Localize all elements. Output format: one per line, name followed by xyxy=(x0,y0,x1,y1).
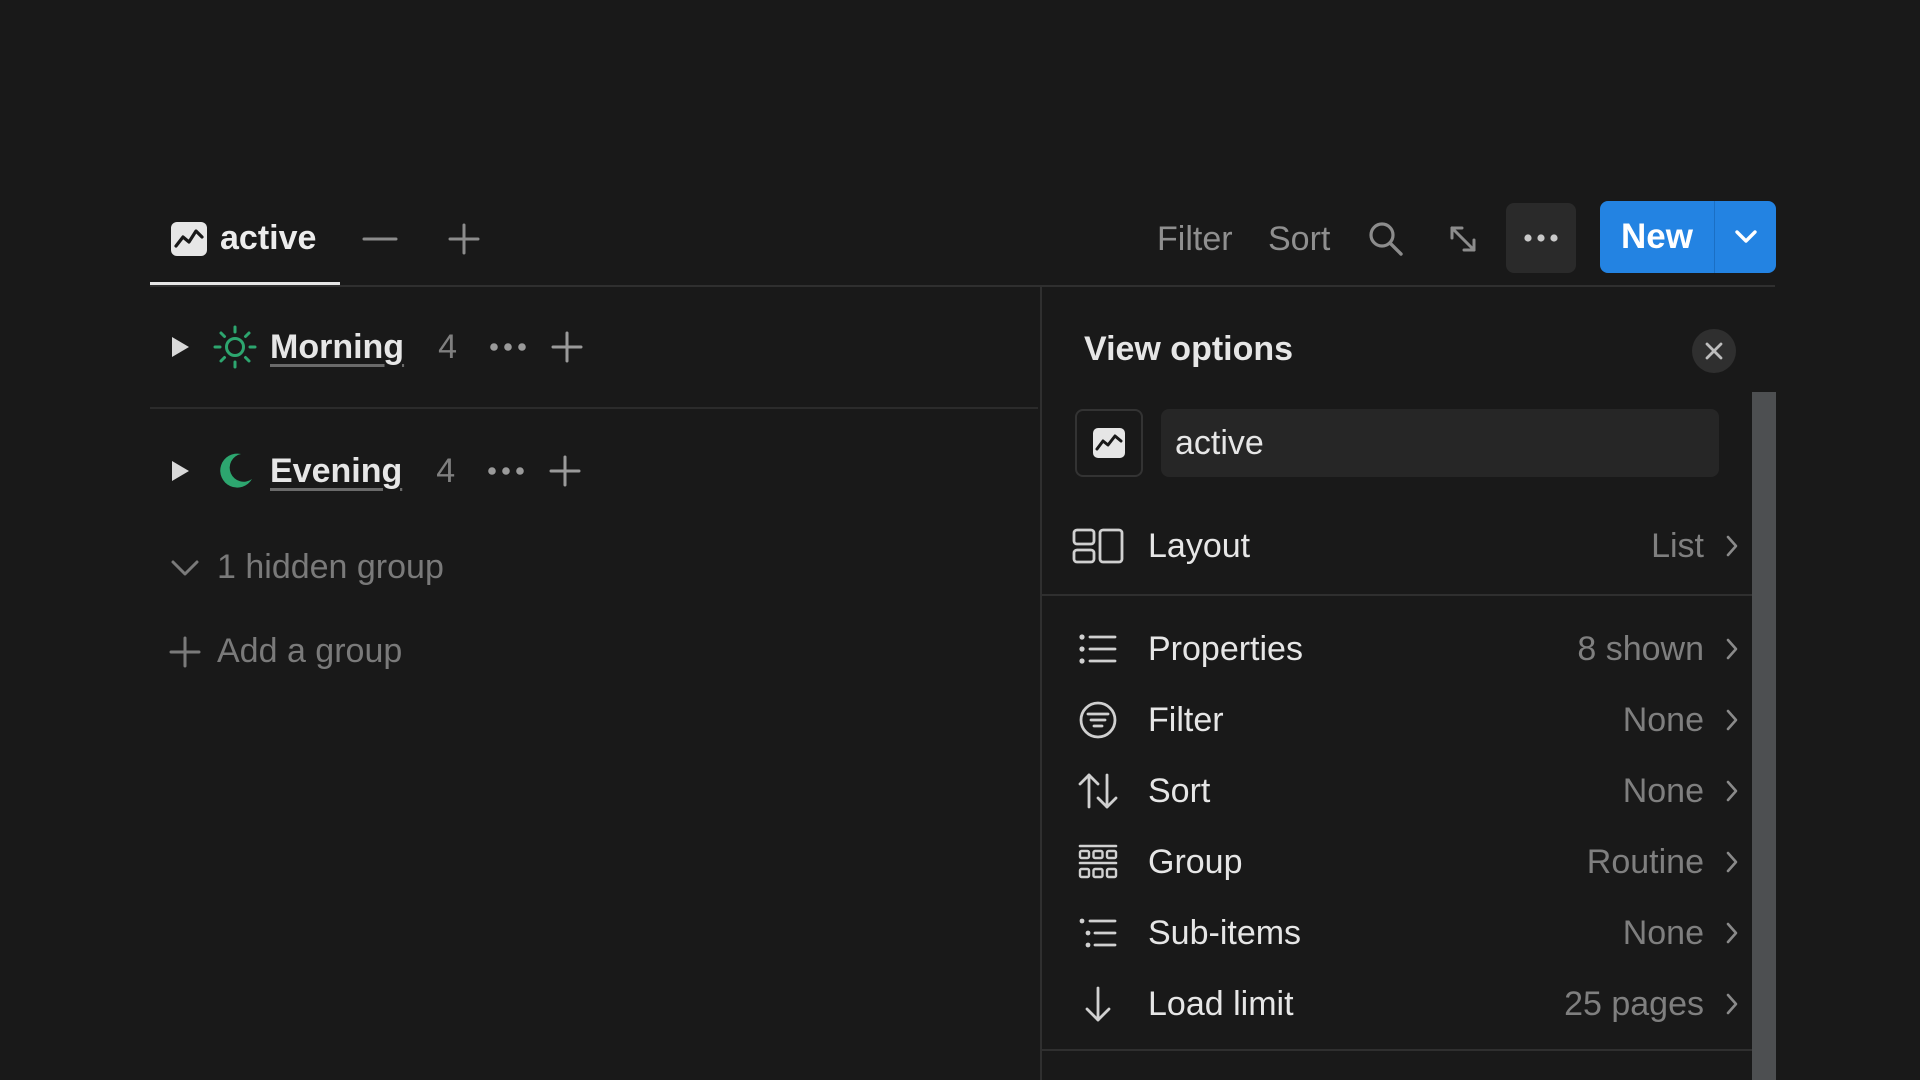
sort-value: None xyxy=(1622,771,1704,810)
plus-icon xyxy=(165,636,205,668)
chevron-right-icon xyxy=(1722,850,1742,874)
view-tab-label: active xyxy=(220,219,317,257)
group-option[interactable]: Group Routine xyxy=(1072,832,1742,892)
group-toggle-evening[interactable] xyxy=(150,460,210,482)
layout-label: Layout xyxy=(1148,526,1251,565)
chevron-down-icon xyxy=(1734,229,1758,245)
load-limit-option[interactable]: Load limit 25 pages xyxy=(1072,974,1742,1034)
sub-items-option[interactable]: Sub-items None xyxy=(1072,903,1742,963)
minus-button[interactable] xyxy=(356,215,404,263)
filter-option[interactable]: Filter None xyxy=(1072,690,1742,750)
view-icon-picker[interactable] xyxy=(1075,409,1143,477)
plus-icon xyxy=(549,455,581,487)
triangle-right-icon xyxy=(170,460,190,482)
search-icon xyxy=(1367,220,1405,258)
search-button[interactable] xyxy=(1362,215,1410,263)
arrow-down-icon xyxy=(1072,985,1124,1023)
group-value: Routine xyxy=(1586,842,1704,881)
group-toggle-morning[interactable] xyxy=(150,336,210,358)
close-icon xyxy=(1704,341,1724,361)
group-row-morning: Morning 4 xyxy=(150,297,1038,397)
new-button[interactable]: New xyxy=(1600,201,1776,273)
expand-button[interactable] xyxy=(1439,215,1487,263)
moon-icon xyxy=(210,451,260,491)
group-add-button-evening[interactable] xyxy=(549,455,581,487)
filter-value: None xyxy=(1622,700,1704,739)
minus-icon xyxy=(362,221,398,257)
sort-option[interactable]: Sort None xyxy=(1072,761,1742,821)
group-divider xyxy=(150,407,1038,409)
add-group-button[interactable]: Add a group xyxy=(165,632,402,671)
group-more-button-morning[interactable] xyxy=(489,342,527,352)
chart-line-icon xyxy=(1092,427,1126,459)
view-toolbar: active Filter Sort New xyxy=(150,195,1776,287)
sub-items-icon xyxy=(1072,916,1124,950)
plus-icon xyxy=(447,222,481,256)
close-panel-button[interactable] xyxy=(1692,329,1736,373)
panel-scrollbar[interactable] xyxy=(1752,392,1776,1080)
panel-title: View options xyxy=(1084,330,1294,368)
properties-label: Properties xyxy=(1148,629,1303,668)
sub-items-value: None xyxy=(1622,913,1704,952)
chevron-right-icon xyxy=(1722,779,1742,803)
view-tab-active[interactable]: active xyxy=(150,195,340,285)
add-view-button[interactable] xyxy=(440,215,488,263)
group-name-morning[interactable]: Morning xyxy=(270,328,404,367)
expand-diagonal-icon xyxy=(1446,222,1480,256)
more-options-button[interactable] xyxy=(1506,203,1576,273)
sub-items-label: Sub-items xyxy=(1148,913,1302,952)
chevron-right-icon xyxy=(1722,534,1742,558)
chevron-right-icon xyxy=(1722,637,1742,661)
list-icon xyxy=(1072,632,1124,666)
group-count-morning: 4 xyxy=(438,327,457,366)
filter-circle-icon xyxy=(1072,700,1124,740)
layout-value: List xyxy=(1651,526,1704,565)
layout-icon xyxy=(1072,528,1124,564)
view-name-input[interactable] xyxy=(1161,409,1719,477)
load-limit-value: 25 pages xyxy=(1564,984,1704,1023)
add-group-label: Add a group xyxy=(217,632,403,670)
hidden-groups-label: 1 hidden group xyxy=(217,548,444,586)
ellipsis-icon xyxy=(487,466,525,476)
panel-divider xyxy=(1042,594,1752,596)
group-name-evening[interactable]: Evening xyxy=(270,452,402,491)
hidden-groups-toggle[interactable]: 1 hidden group xyxy=(165,548,444,587)
chevron-right-icon xyxy=(1722,992,1742,1016)
chevron-right-icon xyxy=(1722,921,1742,945)
chevron-down-icon xyxy=(165,558,205,578)
layout-option[interactable]: Layout List xyxy=(1072,516,1742,576)
sort-button[interactable]: Sort xyxy=(1268,217,1330,261)
group-count-evening: 4 xyxy=(436,451,456,490)
panel-divider xyxy=(1042,1049,1752,1051)
ellipsis-icon xyxy=(1523,233,1559,243)
properties-option[interactable]: Properties 8 shown xyxy=(1072,619,1742,679)
chevron-right-icon xyxy=(1722,708,1742,732)
sun-icon xyxy=(210,325,260,369)
group-label: Group xyxy=(1148,842,1243,881)
group-add-button-morning[interactable] xyxy=(551,331,583,363)
triangle-right-icon xyxy=(170,336,190,358)
ellipsis-icon xyxy=(489,342,527,352)
group-more-button-evening[interactable] xyxy=(487,466,525,476)
sort-label: Sort xyxy=(1148,771,1211,810)
filter-button[interactable]: Filter xyxy=(1157,217,1233,261)
new-button-label: New xyxy=(1621,217,1693,256)
new-dropdown-button[interactable] xyxy=(1715,201,1776,273)
load-limit-label: Load limit xyxy=(1148,984,1294,1023)
view-options-panel: View options Layout List Properties 8 sh… xyxy=(1040,287,1777,1080)
plus-icon xyxy=(551,331,583,363)
properties-value: 8 shown xyxy=(1577,629,1704,668)
group-row-evening: Evening 4 xyxy=(150,421,1038,521)
group-grid-icon xyxy=(1072,843,1124,881)
chart-line-icon xyxy=(170,221,208,257)
sort-arrows-icon xyxy=(1072,772,1124,810)
filter-label: Filter xyxy=(1148,700,1224,739)
